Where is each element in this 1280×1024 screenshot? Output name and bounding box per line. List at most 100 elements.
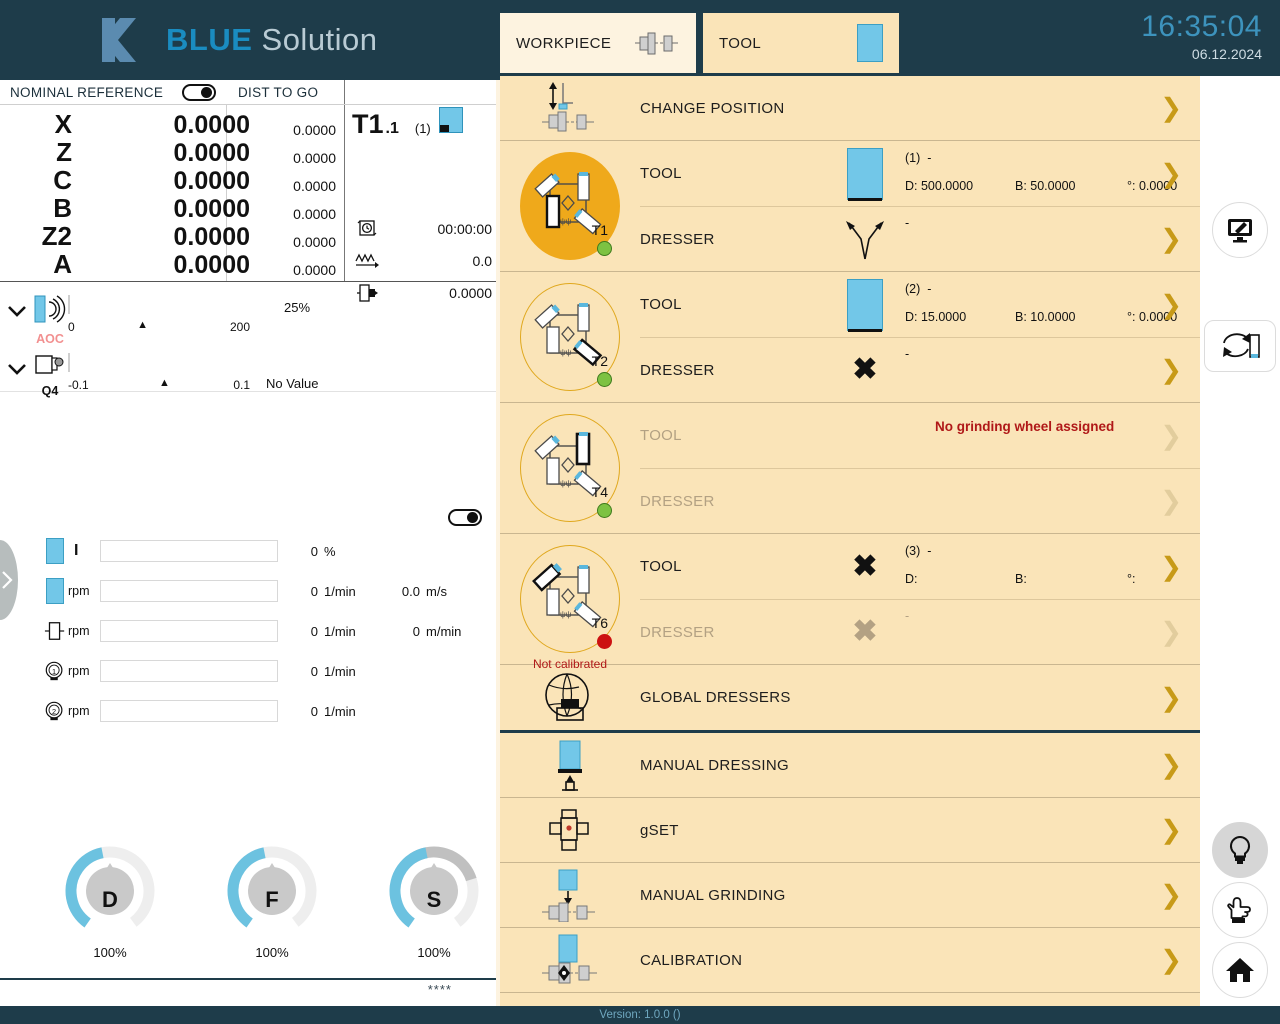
chevron-right-icon[interactable]: ❯ bbox=[1160, 750, 1182, 781]
dresser-row[interactable]: DRESSER ✖ - ❯ bbox=[640, 337, 1200, 402]
right-rail bbox=[1200, 76, 1280, 1006]
axes-dist-column: 0.0000 0.0000 0.0000 0.0000 0.0000 0.000… bbox=[226, 122, 336, 290]
chevron-right-icon[interactable]: ❯ bbox=[1160, 880, 1182, 911]
dresser-row[interactable]: DRESSER - ❯ bbox=[640, 206, 1200, 271]
spindle-unit-1: 1/min bbox=[324, 584, 376, 599]
spindle-input[interactable] bbox=[100, 540, 278, 562]
grinding-wheel-icon bbox=[857, 24, 883, 62]
list-item-change-position[interactable]: CHANGE POSITION ❯ bbox=[500, 76, 1200, 141]
home-button[interactable] bbox=[1212, 942, 1268, 998]
spindle-input[interactable] bbox=[100, 660, 278, 682]
aoc-slider[interactable]: ▲ 0 200 bbox=[68, 296, 250, 314]
grinding-wheel-icon bbox=[825, 279, 905, 331]
gauge-s[interactable]: S 100% bbox=[384, 845, 484, 960]
status-bar: Version: 1.0.0 () bbox=[0, 1006, 1280, 1024]
list-item-label: MANUAL GRINDING bbox=[640, 887, 786, 904]
dresser-row-label: DRESSER bbox=[640, 231, 825, 248]
path-feed-value: 0.0 bbox=[382, 253, 492, 269]
list-item-manual-dressing[interactable]: MANUAL DRESSING ❯ bbox=[500, 733, 1200, 798]
spindle-row-wheel-rpm[interactable]: rpm 0 1/min 0.0 m/s bbox=[0, 571, 500, 611]
tool-row[interactable]: TOOL No grinding wheel assigned ❯ bbox=[640, 403, 1200, 468]
left-panel: NOMINAL REFERENCE DIST TO GO X 0.0000 Z … bbox=[0, 80, 500, 1024]
tool-row-label: TOOL bbox=[640, 427, 825, 444]
tool-info-top: (2) - bbox=[905, 282, 931, 296]
tool-name: - bbox=[927, 151, 931, 165]
spindle-row-workpiece[interactable]: rpm 0 1/min 0 m/min bbox=[0, 611, 500, 651]
spindle-input[interactable] bbox=[100, 580, 278, 602]
tool-badge-t4[interactable]: ψψ T4 bbox=[520, 414, 620, 522]
axis-name: Z2 bbox=[0, 221, 90, 252]
list-item-global-dressers[interactable]: GLOBAL DRESSERS ❯ bbox=[500, 665, 1200, 730]
tool-row-label: TOOL bbox=[640, 296, 825, 313]
axis-name: A bbox=[0, 249, 90, 280]
active-tool-header[interactable]: T1 .1 (1) bbox=[352, 107, 463, 140]
chevron-right-icon[interactable]: ❯ bbox=[1160, 682, 1182, 713]
chevron-right-icon[interactable]: ❯ bbox=[1160, 945, 1182, 976]
gauge-f-label: F bbox=[265, 887, 278, 913]
list-item-manual-grinding[interactable]: MANUAL GRINDING ❯ bbox=[500, 863, 1200, 928]
tool-badge-t6[interactable]: ψψ T6 Not calibrated bbox=[520, 545, 620, 653]
tool-badge-number: T2 bbox=[592, 353, 608, 369]
tool-badge-number: T1 bbox=[592, 222, 608, 238]
active-tool-number: T1 bbox=[352, 109, 384, 140]
active-tool-sub: .1 bbox=[386, 120, 399, 138]
q4-max-label: 0.1 bbox=[233, 378, 250, 392]
chevron-right-icon: ❯ bbox=[1160, 617, 1182, 648]
list-item-calibration[interactable]: CALIBRATION ❯ bbox=[500, 928, 1200, 993]
slider-q4[interactable]: Q4 ▲ -0.1 0.1 No Value bbox=[0, 348, 500, 400]
tool-change-button[interactable] bbox=[1204, 320, 1276, 372]
chevron-right-icon[interactable]: ❯ bbox=[1160, 93, 1182, 124]
lightbulb-button[interactable] bbox=[1212, 822, 1268, 878]
tool-info-top: (1) - bbox=[905, 151, 931, 165]
chevron-right-icon[interactable]: ❯ bbox=[1160, 815, 1182, 846]
tool-badge-t1[interactable]: ψψ T1 bbox=[520, 152, 620, 260]
chevron-down-icon[interactable] bbox=[6, 362, 32, 381]
tool-width: B: 10.0000 bbox=[1015, 310, 1127, 324]
screen-edit-button[interactable] bbox=[1212, 202, 1268, 258]
q4-probe-icon: Q4 bbox=[32, 352, 68, 398]
tool-badge-t2[interactable]: ψψ T2 bbox=[520, 283, 620, 391]
lightbulb-icon bbox=[1227, 835, 1253, 865]
q4-slider-track[interactable] bbox=[68, 353, 70, 372]
tab-workpiece[interactable]: WORKPIECE bbox=[500, 13, 696, 73]
slider-aoc[interactable]: AOC ▲ 0 200 25% bbox=[0, 290, 500, 342]
hand-pointer-button[interactable] bbox=[1212, 882, 1268, 938]
svg-text:ψψ: ψψ bbox=[560, 479, 572, 488]
list-item-label: MANUAL DRESSING bbox=[640, 757, 789, 774]
tool-info-bottom: D: 15.0000 B: 10.0000 °: 0.0000 bbox=[905, 310, 1177, 324]
tool-row[interactable]: TOOL (2) - D: 15.0000 B: 10.0000 °: 0.00… bbox=[640, 272, 1200, 337]
q4-slider[interactable]: ▲ -0.1 0.1 bbox=[68, 354, 250, 372]
aoc-slider-track[interactable] bbox=[68, 295, 70, 314]
tool-index: (3) bbox=[905, 544, 920, 558]
list-item-gset[interactable]: gSET ❯ bbox=[500, 798, 1200, 863]
stat-row: 00:00:00 bbox=[352, 213, 492, 245]
chevron-right-icon[interactable]: ❯ bbox=[1160, 551, 1182, 582]
gauge-d[interactable]: D 100% bbox=[60, 845, 160, 960]
spindle-value-2: 0.0 bbox=[376, 584, 426, 599]
chevron-right-icon[interactable]: ❯ bbox=[1160, 224, 1182, 255]
override-gauges: D 100% F 100% bbox=[0, 845, 500, 960]
tab-workpiece-label: WORKPIECE bbox=[516, 35, 624, 52]
tool-group-rows: TOOL (2) - D: 15.0000 B: 10.0000 °: 0.00… bbox=[640, 272, 1200, 402]
chevron-right-icon[interactable]: ❯ bbox=[1160, 289, 1182, 320]
spindle-row-aux-2[interactable]: 2 rpm 0 1/min bbox=[0, 691, 500, 731]
dist-to-go-label: DIST TO GO bbox=[238, 85, 318, 100]
dresser-info: - bbox=[905, 609, 1200, 655]
tab-tool[interactable]: TOOL bbox=[703, 13, 899, 73]
spindle-toggle[interactable] bbox=[448, 509, 482, 526]
spindle-row-wheel-percent[interactable]: I 0 % bbox=[0, 531, 500, 571]
chevron-down-icon[interactable] bbox=[6, 304, 32, 323]
chevron-right-icon[interactable]: ❯ bbox=[1160, 355, 1182, 386]
cross-icon: ✖ bbox=[825, 552, 905, 582]
tool-warning: No grinding wheel assigned bbox=[935, 419, 1114, 434]
spindle-row-aux-1[interactable]: 1 rpm 0 1/min bbox=[0, 651, 500, 691]
tool-row[interactable]: TOOL ✖ (3) - D: B: °: ❯ bbox=[640, 534, 1200, 599]
tool-row[interactable]: TOOL (1) - D: 500.0000 B: 50.0000 °: 0.0… bbox=[640, 141, 1200, 206]
chevron-right-icon[interactable]: ❯ bbox=[1160, 158, 1182, 189]
tool-diameter: D: 500.0000 bbox=[905, 179, 1015, 193]
nominal-reference-toggle[interactable] bbox=[182, 84, 216, 101]
spindle-input[interactable] bbox=[100, 620, 278, 642]
gauge-f[interactable]: F 100% bbox=[222, 845, 322, 960]
spindle-input[interactable] bbox=[100, 700, 278, 722]
spindle-unit-label: rpm bbox=[66, 624, 100, 638]
